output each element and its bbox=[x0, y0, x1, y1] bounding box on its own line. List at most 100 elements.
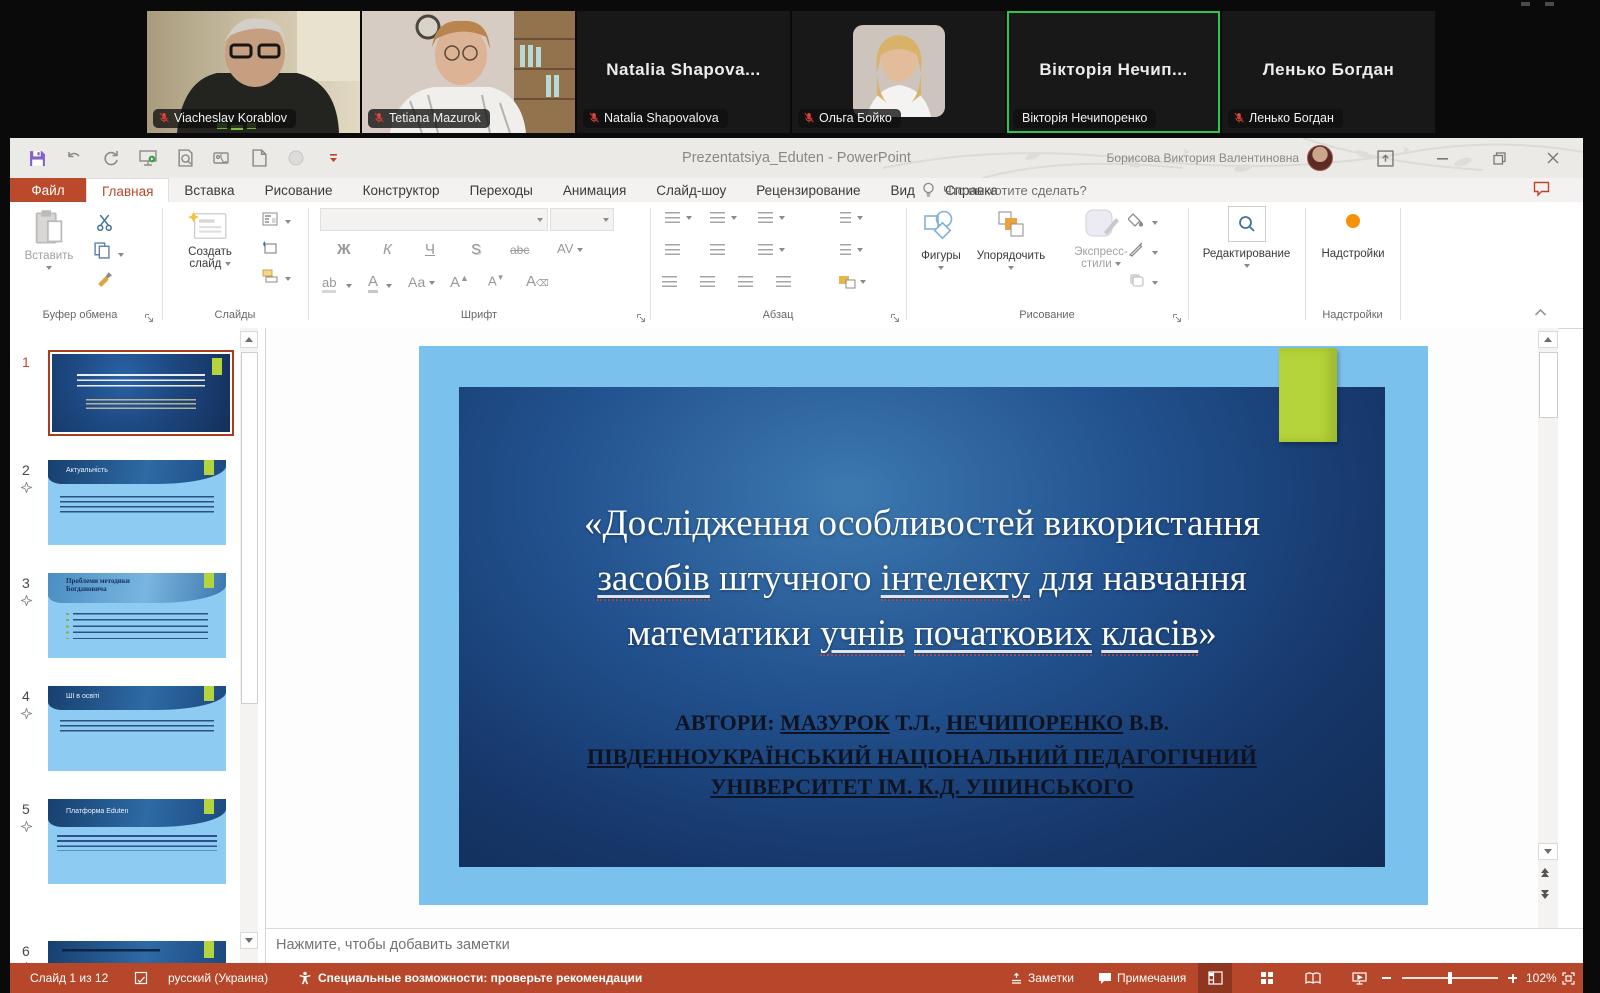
change-case-button[interactable]: Аа bbox=[408, 274, 435, 290]
previous-slide-button[interactable] bbox=[1541, 868, 1549, 877]
clear-formatting-button[interactable]: А⌫ bbox=[526, 273, 549, 290]
redo-button[interactable] bbox=[100, 147, 122, 169]
zoom-out-button[interactable] bbox=[1382, 963, 1391, 993]
text-shadow-button[interactable]: S bbox=[471, 241, 481, 258]
notes-placeholder[interactable]: Нажмите, чтобы добавить заметки bbox=[276, 937, 510, 953]
participant-tile-lenko[interactable]: Ленько Богдан Ленько Богдан bbox=[1222, 11, 1435, 133]
smartart-dropdown[interactable] bbox=[860, 280, 866, 284]
bullets-dropdown[interactable] bbox=[686, 216, 692, 220]
find-icon[interactable] bbox=[1228, 206, 1266, 242]
font-name-combobox[interactable] bbox=[320, 208, 548, 231]
restore-button[interactable] bbox=[1477, 138, 1521, 178]
cut-icon[interactable] bbox=[96, 214, 113, 236]
slide-university[interactable]: ПІВДЕННОУКРАЇНСЬКИЙ НАЦІОНАЛЬНИЙ ПЕДАГОГ… bbox=[459, 742, 1385, 802]
tell-me-search[interactable]: Что вы хотите сделать? bbox=[922, 178, 1087, 202]
accessibility-icon[interactable] bbox=[298, 963, 312, 993]
columns-icon[interactable] bbox=[758, 244, 773, 255]
slide-thumbnail-5[interactable]: Платформа Eduten bbox=[48, 799, 226, 884]
fit-to-window-button[interactable] bbox=[1562, 963, 1575, 993]
comments-icon[interactable] bbox=[1533, 181, 1550, 202]
account-chip[interactable]: Борисова Виктория Валентиновна bbox=[1107, 138, 1333, 178]
participant-tile-olga[interactable]: Ольга Бойко bbox=[792, 11, 1005, 133]
canvas-scrollbar[interactable] bbox=[1538, 328, 1558, 928]
zoom-in-button[interactable] bbox=[1508, 963, 1517, 993]
close-button[interactable] bbox=[1531, 138, 1575, 178]
addins-button[interactable]: Надстройки bbox=[1310, 248, 1396, 260]
drawing-dialog-launcher[interactable] bbox=[1172, 310, 1182, 328]
reset-slide-icon[interactable] bbox=[262, 240, 278, 261]
tab-transitions[interactable]: Переходы bbox=[455, 178, 548, 202]
font-color-button[interactable]: А bbox=[368, 273, 378, 293]
slide[interactable]: «Дослідження особливостей використання з… bbox=[419, 346, 1428, 905]
new-slide-icon[interactable] bbox=[188, 210, 228, 247]
format-painter-icon[interactable] bbox=[96, 270, 113, 292]
text-direction-dropdown[interactable] bbox=[857, 216, 863, 220]
align-right-icon[interactable] bbox=[738, 276, 753, 287]
underline-button[interactable]: Ч bbox=[425, 241, 435, 258]
tab-home[interactable]: Главная bbox=[86, 178, 169, 203]
participant-tile-viacheslav[interactable]: Viacheslav Korablov bbox=[147, 11, 360, 133]
increase-indent-icon[interactable] bbox=[710, 244, 725, 255]
tab-slideshow[interactable]: Слайд-шоу bbox=[641, 178, 741, 202]
smartart-convert-icon[interactable] bbox=[838, 274, 856, 294]
scroll-up-button[interactable] bbox=[240, 331, 258, 348]
slideshow-view-button[interactable] bbox=[1342, 963, 1376, 993]
slide-thumbnail-3[interactable]: Проблеми методикиБогдановича bbox=[48, 573, 226, 658]
line-spacing-icon[interactable] bbox=[758, 212, 773, 223]
tab-animations[interactable]: Анимация bbox=[548, 178, 641, 202]
participant-tile-viktoria-active-speaker[interactable]: Вікторія Нечип... Вікторія Нечипоренко bbox=[1007, 11, 1220, 133]
collapse-ribbon-button[interactable] bbox=[1534, 304, 1547, 322]
participant-tile-tetiana[interactable]: Tetiana Mazurok bbox=[362, 11, 575, 133]
bold-button[interactable]: Ж bbox=[337, 241, 351, 258]
bullets-icon[interactable] bbox=[665, 212, 680, 223]
spellcheck-icon[interactable] bbox=[134, 963, 148, 993]
print-preview-button[interactable] bbox=[174, 147, 196, 169]
align-center-icon[interactable] bbox=[700, 276, 715, 287]
ribbon-display-options-button[interactable] bbox=[1363, 138, 1407, 178]
align-text-icon[interactable] bbox=[840, 244, 851, 255]
strikethrough-button[interactable]: abc bbox=[510, 243, 529, 257]
scroll-up-button[interactable] bbox=[1538, 331, 1558, 348]
touch-mouse-mode-button[interactable] bbox=[211, 147, 233, 169]
line-spacing-dropdown[interactable] bbox=[779, 216, 785, 220]
reading-view-button[interactable] bbox=[1296, 963, 1330, 993]
slide-thumbnail-4[interactable]: ШІ в освіті bbox=[48, 686, 226, 771]
paste-icon[interactable] bbox=[34, 210, 64, 251]
decrease-indent-icon[interactable] bbox=[665, 244, 680, 255]
save-button[interactable] bbox=[26, 147, 48, 169]
arrange-button[interactable]: Упорядочить bbox=[965, 250, 1057, 274]
sticky-note-shape[interactable] bbox=[1279, 348, 1337, 442]
scroll-down-button[interactable] bbox=[1538, 843, 1558, 860]
scrollbar-thumb[interactable] bbox=[1539, 352, 1558, 418]
slide-counter[interactable]: Слайд 1 из 12 bbox=[30, 963, 108, 993]
slide-sorter-view-button[interactable] bbox=[1250, 963, 1284, 993]
new-slide-button[interactable]: Создать слайд bbox=[170, 246, 250, 270]
next-slide-button[interactable] bbox=[1541, 890, 1549, 899]
slide-layout-icon[interactable] bbox=[262, 212, 291, 231]
shrink-font-button[interactable]: А▼ bbox=[488, 273, 505, 288]
paste-button[interactable]: Вставить bbox=[16, 250, 82, 274]
comments-toggle-button[interactable]: Примечания bbox=[1098, 963, 1186, 993]
undo-button[interactable] bbox=[63, 147, 85, 169]
character-spacing-button[interactable]: AV bbox=[557, 241, 583, 256]
tab-draw[interactable]: Рисование bbox=[250, 178, 348, 202]
record-button[interactable] bbox=[285, 147, 307, 169]
editing-button[interactable]: Редактирование bbox=[1190, 248, 1303, 272]
language-indicator[interactable]: русский (Украина) bbox=[168, 963, 268, 993]
font-dialog-launcher[interactable] bbox=[636, 310, 646, 328]
tab-file[interactable]: Файл bbox=[10, 178, 86, 202]
zoom-level[interactable]: 102% bbox=[1526, 963, 1557, 993]
addins-icon[interactable] bbox=[1346, 214, 1360, 228]
tab-design[interactable]: Конструктор bbox=[348, 178, 455, 202]
shape-outline-icon[interactable] bbox=[1128, 242, 1158, 262]
notes-pane[interactable]: Нажмите, чтобы добавить заметки bbox=[266, 928, 1583, 964]
font-color-dropdown[interactable] bbox=[386, 284, 392, 288]
normal-view-button[interactable] bbox=[1198, 963, 1232, 993]
columns-dropdown[interactable] bbox=[779, 248, 785, 252]
justify-icon[interactable] bbox=[776, 276, 791, 287]
slide-thumbnail-2[interactable]: Актуальність bbox=[48, 460, 226, 545]
slide-title[interactable]: «Дослідження особливостей використання з… bbox=[459, 496, 1385, 661]
shape-fill-icon[interactable] bbox=[1128, 212, 1158, 232]
tab-insert[interactable]: Вставка bbox=[169, 178, 249, 202]
notes-toggle-button[interactable]: Заметки bbox=[1010, 963, 1074, 993]
